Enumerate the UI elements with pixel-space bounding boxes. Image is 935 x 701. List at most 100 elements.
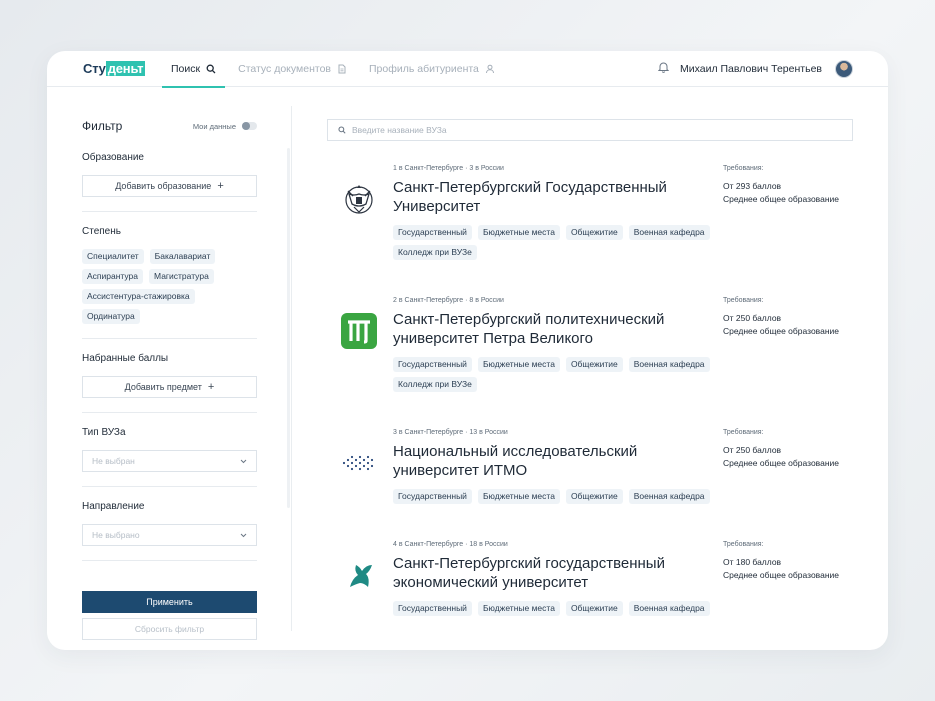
- divider: [82, 211, 257, 212]
- education-label: Образование: [82, 152, 144, 163]
- requirements-score: От 250 баллов: [723, 445, 782, 455]
- university-tag: Государственный: [393, 225, 472, 240]
- university-tag: Бюджетные места: [477, 601, 560, 616]
- university-rank: 2 в Санкт-Петербурге · 8 в России: [393, 297, 504, 304]
- requirements-score: От 180 баллов: [723, 557, 782, 567]
- divider: [82, 412, 257, 413]
- university-tag: Бюджетные места: [477, 357, 560, 372]
- search-box: [327, 119, 853, 141]
- logo-highlight: деньт: [105, 61, 146, 76]
- column-divider: [291, 106, 292, 631]
- university-tag: Общежитие: [565, 489, 623, 504]
- filter-title: Фильтр: [82, 119, 123, 133]
- university-tag: Колледж при ВУЗе: [393, 377, 477, 392]
- chevron-down-icon: [240, 533, 247, 537]
- university-tag: Общежитие: [565, 225, 623, 240]
- divider: [82, 486, 257, 487]
- degree-chip[interactable]: Аспирантура: [82, 269, 144, 284]
- top-bar: Сту деньт Поиск Статус документов Профиль…: [47, 51, 888, 88]
- degree-chip[interactable]: Ординатура: [82, 309, 140, 324]
- add-subject-label: Добавить предмет: [124, 382, 202, 392]
- requirements-education: Среднее общее образование: [723, 194, 839, 204]
- university-requirements: Требования: От 250 баллов Среднее общее …: [723, 428, 853, 470]
- logo[interactable]: Сту деньт: [83, 60, 146, 78]
- apply-button[interactable]: Применить: [82, 591, 257, 613]
- search-icon: [338, 126, 346, 134]
- filter-sidebar: Фильтр Мои данные Образование Добавить о…: [82, 104, 257, 640]
- degree-chip[interactable]: Магистратура: [149, 269, 214, 284]
- avatar[interactable]: [835, 60, 853, 78]
- university-tag: Общежитие: [565, 601, 623, 616]
- add-education-button[interactable]: Добавить образование +: [82, 175, 257, 197]
- nav-documents[interactable]: Статус документов: [229, 51, 356, 87]
- requirements-education: Среднее общее образование: [723, 570, 839, 580]
- direction-label: Направление: [82, 501, 145, 512]
- type-select[interactable]: Не выбран: [82, 450, 257, 472]
- university-tag: Военная кафедра: [628, 601, 710, 616]
- main-nav: Поиск Статус документов Профиль абитурие…: [162, 51, 508, 88]
- griffin-logo-icon: [339, 555, 379, 595]
- university-requirements: Требования: От 180 баллов Среднее общее …: [723, 540, 853, 582]
- university-tag: Военная кафедра: [628, 357, 710, 372]
- plus-icon: +: [207, 381, 215, 393]
- search-input[interactable]: [352, 125, 832, 135]
- requirements-score: От 293 баллов: [723, 181, 782, 191]
- requirements-education: Среднее общее образование: [723, 458, 839, 468]
- degree-chip[interactable]: Ассистентура-стажировка: [82, 289, 195, 304]
- degree-chip[interactable]: Бакалавариат: [149, 249, 216, 264]
- my-data-toggle[interactable]: [242, 122, 257, 130]
- add-subject-button[interactable]: Добавить предмет +: [82, 376, 257, 398]
- university-tags: Государственный Бюджетные места Общежити…: [393, 357, 713, 392]
- document-icon: [338, 64, 346, 74]
- university-tag: Государственный: [393, 489, 472, 504]
- nav-profile[interactable]: Профиль абитуриента: [360, 51, 504, 87]
- university-tag: Бюджетные места: [477, 225, 560, 240]
- user-name[interactable]: Михаил Павлович Терентьев: [680, 63, 822, 75]
- bell-icon[interactable]: [657, 60, 670, 78]
- add-education-label: Добавить образование: [115, 181, 212, 191]
- university-requirements: Требования: От 293 баллов Среднее общее …: [723, 164, 853, 206]
- scores-label: Набранные баллы: [82, 353, 169, 364]
- nav-search-label: Поиск: [171, 63, 201, 75]
- requirements-label: Требования:: [723, 297, 764, 304]
- university-name[interactable]: Санкт-Петербургский Государственный Унив…: [393, 178, 713, 216]
- itmo-logo-icon: [339, 443, 379, 483]
- divider: [82, 338, 257, 339]
- search-icon: [206, 64, 216, 74]
- type-label: Тип ВУЗа: [82, 427, 126, 438]
- reset-filter-button[interactable]: Сбросить фильтр: [82, 618, 257, 640]
- nav-search[interactable]: Поиск: [162, 51, 226, 88]
- direction-select-value: Не выбрано: [92, 530, 140, 540]
- university-requirements: Требования: От 250 баллов Среднее общее …: [723, 296, 853, 338]
- type-select-value: Не выбран: [92, 456, 135, 466]
- nav-documents-label: Статус документов: [238, 63, 331, 75]
- logo-text: Сту: [83, 61, 106, 76]
- university-tag: Военная кафедра: [628, 225, 710, 240]
- university-tags: Государственный Бюджетные места Общежити…: [393, 601, 713, 616]
- university-name[interactable]: Санкт-Петербургский государственный экон…: [393, 554, 713, 592]
- university-tags: Государственный Бюджетные места Общежити…: [393, 225, 713, 260]
- degree-label: Степень: [82, 226, 121, 237]
- university-rank: 4 в Санкт-Петербурге · 18 в России: [393, 541, 508, 548]
- requirements-label: Требования:: [723, 165, 764, 172]
- direction-select[interactable]: Не выбрано: [82, 524, 257, 546]
- university-tag: Государственный: [393, 357, 472, 372]
- requirements-score: От 250 баллов: [723, 313, 782, 323]
- degree-chip[interactable]: Специалитет: [82, 249, 144, 264]
- nav-profile-label: Профиль абитуриента: [369, 63, 479, 75]
- degree-chips: Специалитет Бакалавариат Аспирантура Маг…: [82, 249, 257, 324]
- user-area: Михаил Павлович Терентьев: [657, 51, 853, 87]
- university-rank: 3 в Санкт-Петербурге · 13 в России: [393, 429, 508, 436]
- university-name[interactable]: Национальный исследовательский университ…: [393, 442, 713, 480]
- my-data-label: Мои данные: [192, 121, 236, 131]
- university-rank: 1 в Санкт-Петербурге · 3 в России: [393, 165, 504, 172]
- university-tag: Военная кафедра: [628, 489, 710, 504]
- requirements-label: Требования:: [723, 429, 764, 436]
- chevron-down-icon: [240, 459, 247, 463]
- spbu-logo-icon: [339, 179, 379, 219]
- university-name[interactable]: Санкт-Петербургский политехнический унив…: [393, 310, 713, 348]
- requirements-education: Среднее общее образование: [723, 326, 839, 336]
- university-tags: Государственный Бюджетные места Общежити…: [393, 489, 713, 504]
- sidebar-scrollbar[interactable]: [287, 148, 290, 508]
- requirements-label: Требования:: [723, 541, 764, 548]
